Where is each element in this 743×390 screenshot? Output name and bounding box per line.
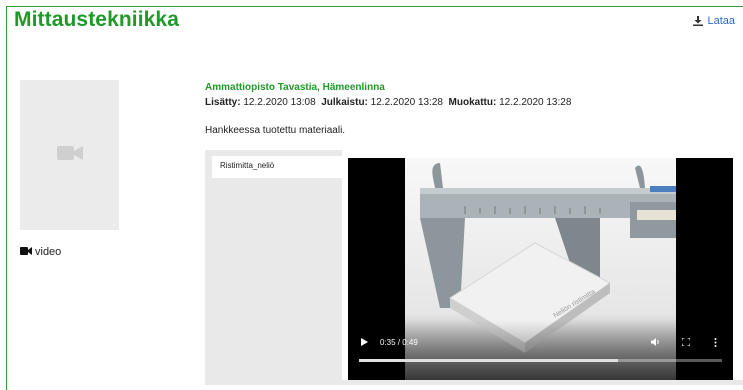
description: Hankkeessa tuotettu materiaali. (205, 125, 346, 136)
download-button[interactable]: Lataa (693, 15, 735, 27)
organization-link[interactable]: Ammattiopisto Tavastia, Hämeenlinna (205, 82, 385, 93)
progress-fill (359, 359, 619, 362)
volume-icon[interactable] (651, 338, 661, 348)
playlist-item[interactable]: Ristimitta_neliö (212, 156, 342, 178)
video-camera-icon (20, 246, 32, 258)
modified-label: Muokattu: (448, 97, 497, 108)
media-type: video (20, 246, 61, 258)
media-type-label: video (35, 246, 62, 258)
modified-value: 12.2.2020 13:28 (499, 97, 572, 108)
play-icon[interactable] (361, 338, 368, 348)
download-icon (693, 16, 704, 26)
video-player[interactable]: Neliön ristimitta 0:35 / 0:49 (348, 158, 733, 380)
added-label: Lisätty: (205, 97, 241, 108)
published-value: 12.2.2020 13:28 (370, 97, 443, 108)
video-thumbnail[interactable] (20, 80, 119, 230)
added-value: 12.2.2020 13:08 (243, 97, 316, 108)
playback-time: 0:35 / 0:49 (380, 338, 418, 347)
download-label: Lataa (707, 15, 735, 27)
progress-bar[interactable] (359, 359, 722, 362)
video-camera-icon (56, 144, 83, 167)
published-label: Julkaistu: (321, 97, 368, 108)
date-info: Lisätty: 12.2.2020 13:08 Julkaistu: 12.2… (205, 97, 571, 108)
more-options-icon[interactable] (714, 338, 717, 349)
fullscreen-icon[interactable] (681, 337, 691, 348)
controls-overlay (348, 320, 733, 380)
page-title: Mittaustekniikka (14, 8, 179, 31)
